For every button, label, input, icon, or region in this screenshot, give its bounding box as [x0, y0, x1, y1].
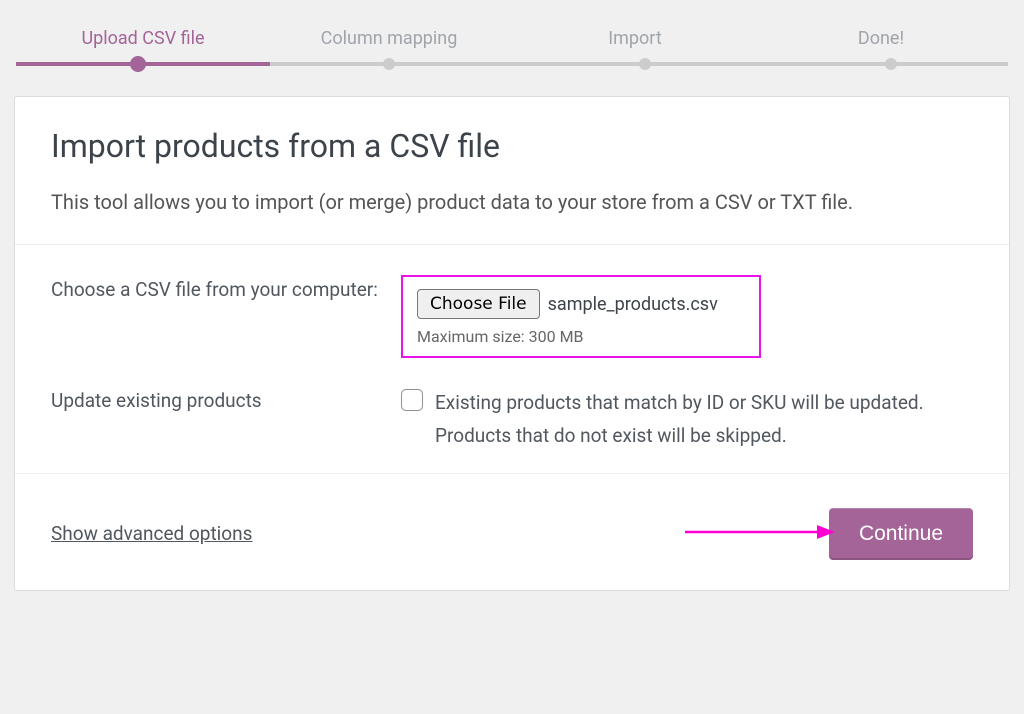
- step-column-mapping[interactable]: Column mapping: [266, 28, 512, 62]
- form-section: Choose a CSV file from your computer: Ch…: [15, 245, 1009, 474]
- page-subtitle: This tool allows you to import (or merge…: [51, 187, 973, 218]
- step-dot-1: [130, 56, 146, 72]
- update-existing-row: Update existing products Existing produc…: [51, 386, 973, 453]
- file-label: Choose a CSV file from your computer:: [51, 275, 401, 305]
- page-title: Import products from a CSV file: [51, 127, 973, 165]
- update-existing-checkbox[interactable]: [401, 389, 423, 411]
- choose-file-button[interactable]: Choose File: [417, 289, 540, 319]
- import-card: Import products from a CSV file This too…: [14, 96, 1010, 591]
- step-import[interactable]: Import: [512, 28, 758, 62]
- card-footer: Show advanced options Continue: [15, 474, 1009, 590]
- max-size-hint: Maximum size: 300 MB: [417, 327, 743, 346]
- import-stepper: Upload CSV file Column mapping Import Do…: [0, 0, 1024, 80]
- step-dot-4: [885, 58, 897, 70]
- update-existing-label: Update existing products: [51, 386, 401, 416]
- step-done[interactable]: Done!: [758, 28, 1004, 62]
- file-row: Choose a CSV file from your computer: Ch…: [51, 275, 973, 358]
- card-header: Import products from a CSV file This too…: [15, 97, 1009, 245]
- show-advanced-options-link[interactable]: Show advanced options: [51, 522, 252, 545]
- file-highlight-box: Choose File sample_products.csv Maximum …: [401, 275, 761, 358]
- step-dot-3: [639, 58, 651, 70]
- selected-file-name: sample_products.csv: [548, 294, 718, 315]
- update-existing-description: Existing products that match by ID or SK…: [435, 386, 973, 453]
- annotation-arrow-icon: [685, 522, 835, 542]
- continue-button[interactable]: Continue: [829, 508, 973, 560]
- step-dot-2: [383, 58, 395, 70]
